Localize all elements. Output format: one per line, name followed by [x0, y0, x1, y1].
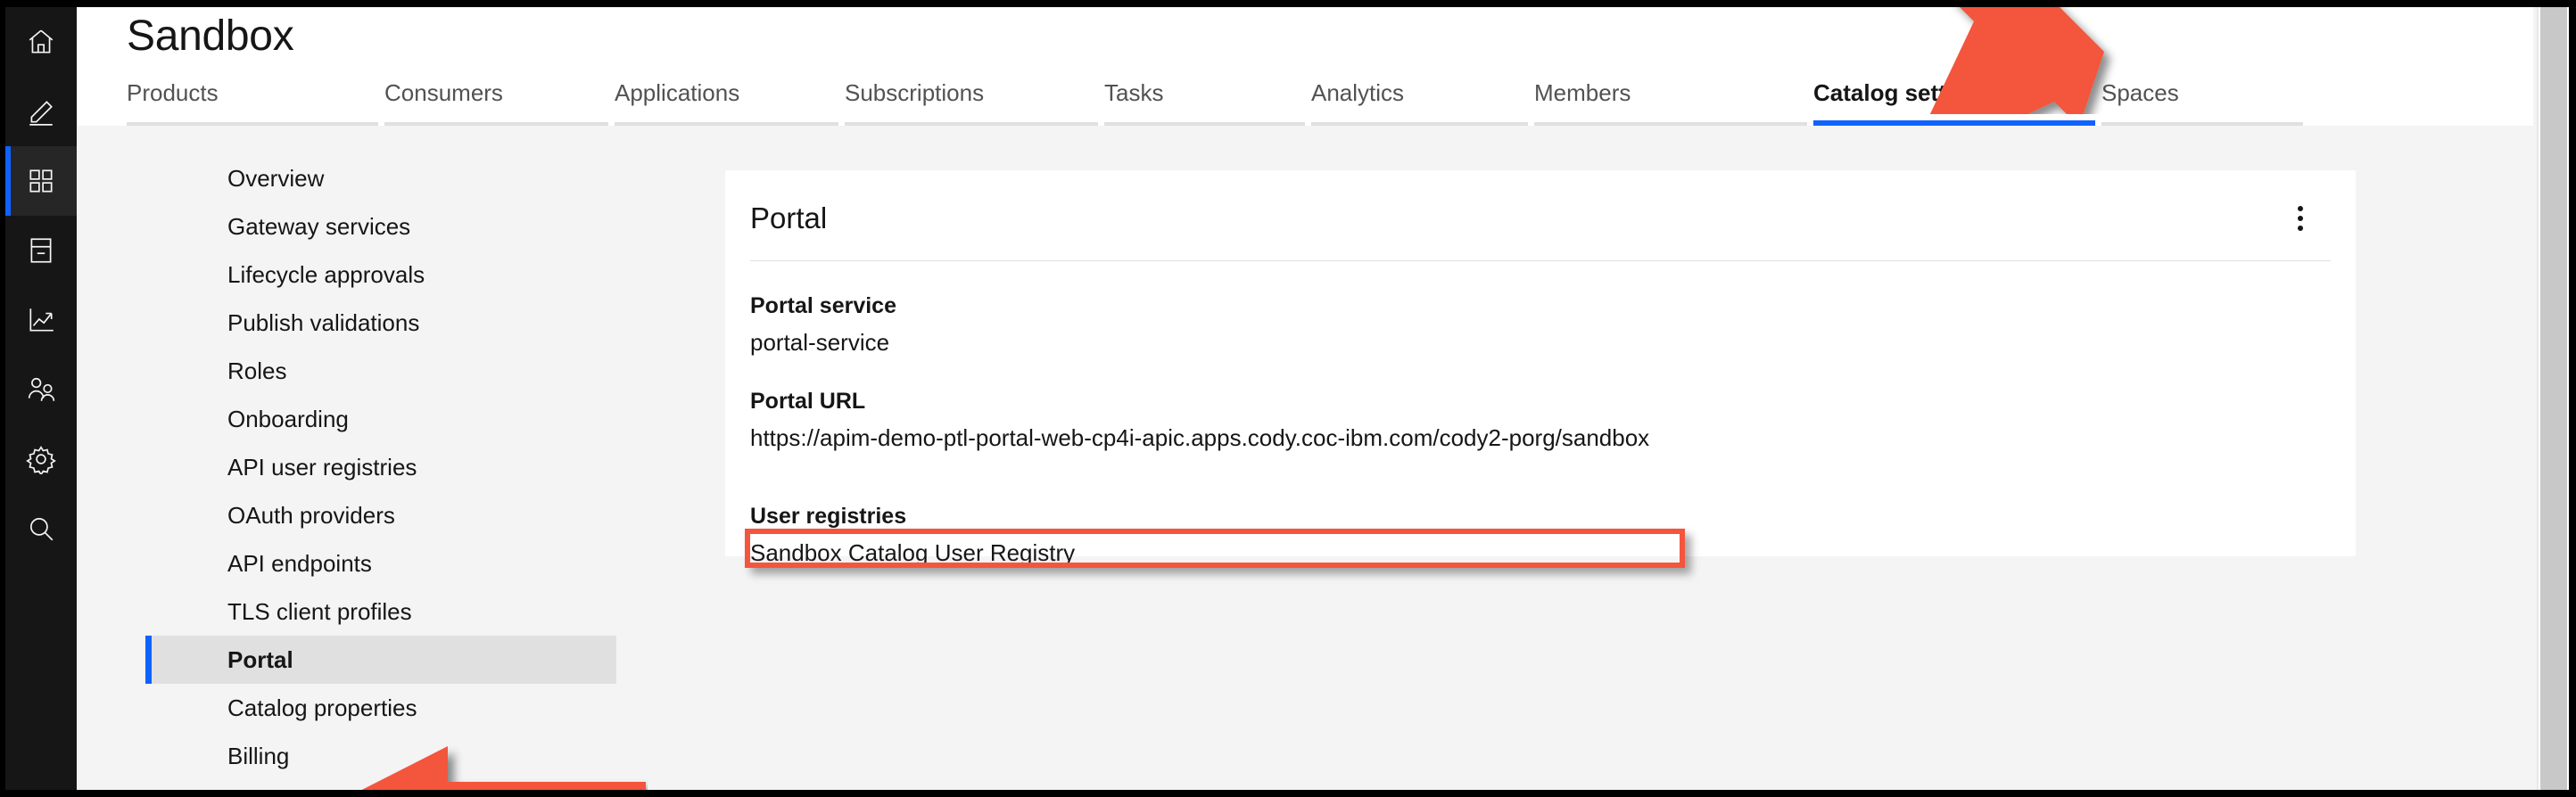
users-icon [26, 374, 56, 405]
rail-item-analytics[interactable] [5, 285, 77, 355]
grid-icon [26, 166, 56, 196]
sidebar-item-label: OAuth providers [227, 502, 395, 529]
page-title: Sandbox [127, 12, 294, 60]
sidebar-item-label: Roles [227, 357, 287, 384]
field-portal-url: Portal URL https://apim-demo-ptl-portal-… [750, 388, 1649, 452]
card-divider [750, 260, 2331, 261]
sidebar-item-roles[interactable]: Roles [145, 347, 616, 395]
sidebar-item-onboarding[interactable]: Onboarding [145, 395, 616, 443]
overflow-menu-icon[interactable] [2277, 195, 2324, 242]
tab-products[interactable]: Products [127, 78, 384, 126]
window-frame-bottom [0, 790, 2576, 797]
tab-spaces[interactable]: Spaces [2101, 78, 2309, 126]
sidebar-item-billing[interactable]: Billing [145, 732, 616, 780]
tab-label: Tasks [1104, 79, 1164, 106]
archive-icon [26, 235, 56, 266]
field-user-registries: User registries Sandbox Catalog User Reg… [750, 503, 1075, 567]
tab-consumers[interactable]: Consumers [384, 78, 615, 126]
rail-item-home[interactable] [5, 7, 77, 77]
sidebar-item-label: Publish validations [227, 309, 420, 336]
field-portal-service: Portal service portal-service [750, 292, 896, 357]
tab-catalog-settings[interactable]: Catalog settings [1813, 78, 2101, 126]
tab-label: Subscriptions [845, 79, 985, 106]
tab-subscriptions[interactable]: Subscriptions [845, 78, 1104, 126]
field-label: Portal URL [750, 389, 866, 414]
window-frame-right [2569, 0, 2576, 797]
analytics-icon [26, 305, 56, 335]
rail-item-catalogs[interactable] [5, 216, 77, 285]
tab-tasks[interactable]: Tasks [1104, 78, 1311, 126]
sidebar-item-label: Gateway services [227, 213, 411, 240]
catalog-settings-nav: Overview Gateway services Lifecycle appr… [145, 154, 616, 780]
global-left-rail [5, 7, 77, 790]
tab-label: Analytics [1311, 79, 1405, 106]
card-title: Portal [750, 201, 828, 234]
sidebar-item-api-user-registries[interactable]: API user registries [145, 443, 616, 491]
application-window: Sandbox Products Consumers Applications … [0, 0, 2576, 797]
sidebar-item-gateway-services[interactable]: Gateway services [145, 202, 616, 251]
main-content-area: Sandbox Products Consumers Applications … [77, 7, 2569, 790]
home-icon [26, 27, 56, 57]
tab-label: Spaces [2101, 79, 2179, 106]
sidebar-item-catalog-properties[interactable]: Catalog properties [145, 684, 616, 732]
catalog-header: Sandbox Products Consumers Applications … [77, 7, 2533, 126]
card-header: Portal [725, 170, 2356, 260]
tab-analytics[interactable]: Analytics [1311, 78, 1534, 126]
tab-label: Consumers [384, 79, 503, 106]
window-frame-top [0, 0, 2576, 7]
sidebar-item-overview[interactable]: Overview [145, 154, 616, 202]
settings-body: Overview Gateway services Lifecycle appr… [77, 126, 2569, 790]
tab-label: Applications [615, 79, 740, 106]
tab-label: Members [1534, 79, 1631, 106]
vertical-scrollbar-thumb[interactable] [2540, 7, 2567, 790]
overflow-dot [2298, 216, 2303, 221]
sidebar-item-label: Overview [227, 165, 325, 192]
field-label: User registries [750, 504, 907, 529]
search-icon [26, 514, 56, 544]
sidebar-item-api-endpoints[interactable]: API endpoints [145, 539, 616, 587]
rail-item-develop[interactable] [5, 77, 77, 146]
sidebar-item-label: Lifecycle approvals [227, 261, 425, 288]
field-value: Sandbox Catalog User Registry [750, 539, 1076, 566]
rail-item-settings[interactable] [5, 424, 77, 494]
catalog-tab-bar: Products Consumers Applications Subscrip… [127, 78, 2309, 126]
sidebar-item-label: Onboarding [227, 406, 349, 432]
portal-settings-card: Portal Portal service portal-service Por… [725, 170, 2356, 566]
sidebar-item-oauth-providers[interactable]: OAuth providers [145, 491, 616, 539]
overflow-dot [2298, 206, 2303, 211]
tab-applications[interactable]: Applications [615, 78, 845, 126]
sidebar-item-label: Portal [227, 646, 293, 673]
sidebar-item-portal[interactable]: Portal [145, 636, 616, 684]
window-frame-left [0, 0, 5, 797]
sidebar-item-label: Billing [227, 743, 290, 769]
tab-label: Products [127, 79, 219, 106]
edit-icon [26, 96, 56, 127]
sidebar-item-lifecycle-approvals[interactable]: Lifecycle approvals [145, 251, 616, 299]
gear-icon [26, 444, 56, 474]
tab-label: Catalog settings [1813, 79, 1994, 106]
sidebar-item-label: API user registries [227, 454, 417, 481]
tab-members[interactable]: Members [1534, 78, 1813, 126]
sidebar-item-label: TLS client profiles [227, 598, 412, 625]
portal-url-value[interactable]: https://apim-demo-ptl-portal-web-cp4i-ap… [750, 423, 1649, 452]
field-value: portal-service [750, 329, 890, 356]
sidebar-item-publish-validations[interactable]: Publish validations [145, 299, 616, 347]
rail-item-manage[interactable] [5, 146, 77, 216]
sidebar-item-label: Catalog properties [227, 694, 417, 721]
rail-item-search[interactable] [5, 494, 77, 563]
sidebar-item-tls-client-profiles[interactable]: TLS client profiles [145, 587, 616, 636]
rail-item-members[interactable] [5, 355, 77, 424]
field-label: Portal service [750, 293, 896, 318]
sidebar-item-label: API endpoints [227, 550, 372, 577]
overflow-dot [2298, 226, 2303, 231]
